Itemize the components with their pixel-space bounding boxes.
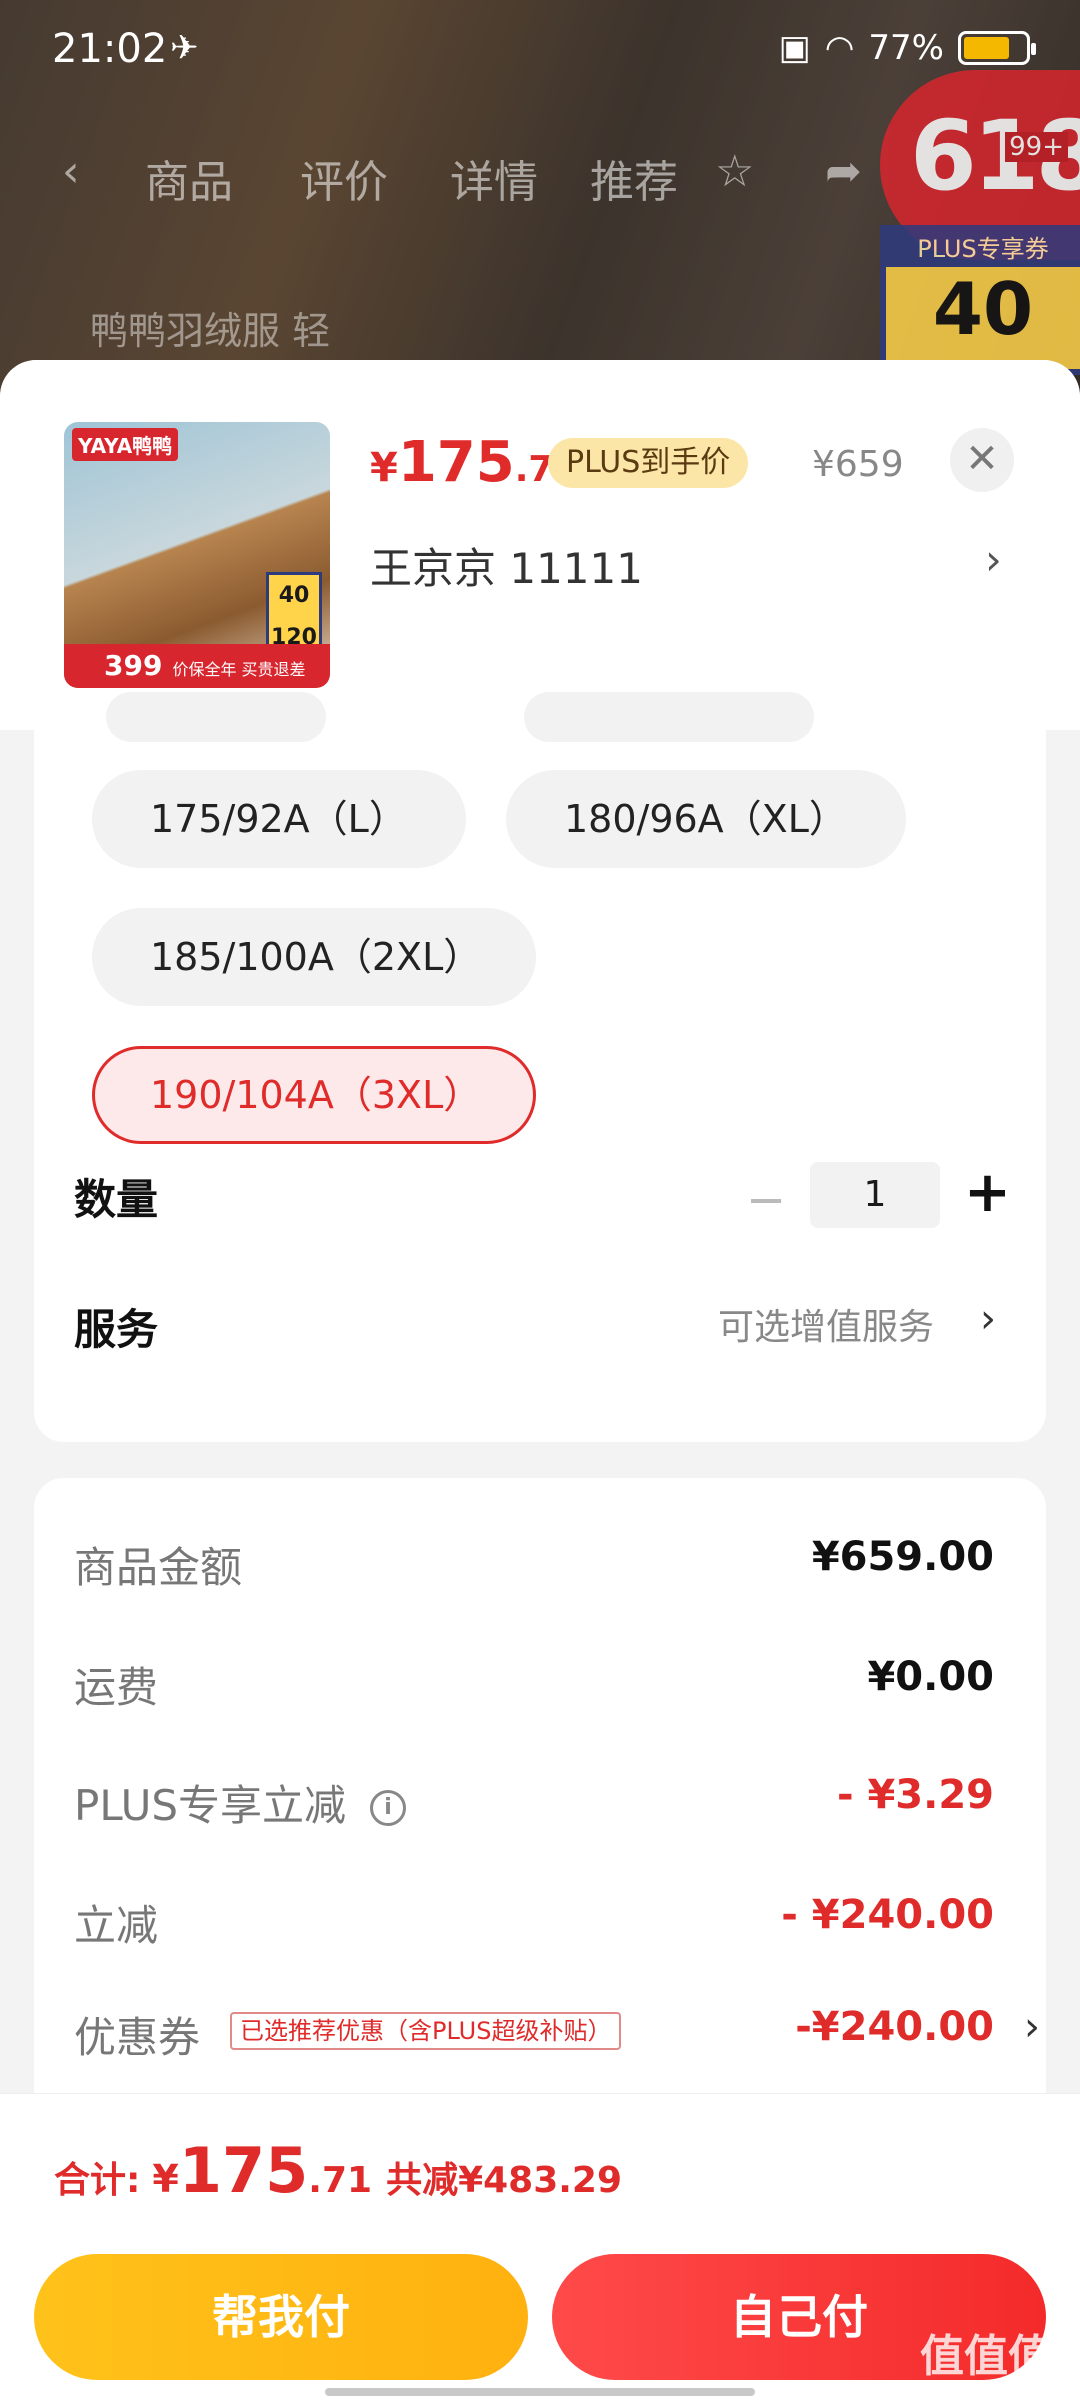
goods-amount-value: ¥659.00 [811,1534,994,1580]
share-icon: ➦ [825,146,862,197]
plus-coupon-value: 40 [932,267,1034,351]
product-thumbnail[interactable]: YAYA鸭鸭 40 120 399 价保全年 买贵退差 [64,422,330,688]
wifi-icon: ◠ [824,28,855,68]
home-indicator[interactable] [325,2388,755,2396]
coupon-label: 优惠券 [74,2013,201,2062]
status-time: 21:02 [52,26,168,72]
shipping-label: 运费 [74,1663,159,1712]
original-price: ¥659 [812,444,904,485]
chevron-right-icon[interactable]: › [980,1296,996,1342]
thumb-brand-logo: YAYA鸭鸭 [72,428,179,461]
battery-fill [964,37,1009,59]
info-icon[interactable]: i [370,1790,407,1826]
coupon-value: -¥240.00 [795,2004,994,2050]
goods-amount-label: 商品金额 [74,1543,243,1592]
total-currency: ¥ [152,2157,179,2201]
bg-nav-tab: 商品 [145,157,233,208]
background-search-text: 鸭鸭羽绒服 轻 [90,309,331,353]
bg-nav-tab: 详情 [450,157,538,208]
thumb-price: 399 [104,649,163,682]
total-label: 合计: [54,2160,141,2201]
plus-price-tag: PLUS到手价 [548,438,749,488]
summary-row-goods: 商品金额 ¥659.00 [74,1534,994,1594]
size-chip-partial[interactable] [106,692,326,742]
plus-discount-value: - ¥3.29 [836,1772,994,1818]
summary-row-instant-discount: 立减 - ¥240.00 [74,1892,994,1952]
sheet-header: YAYA鸭鸭 40 120 399 价保全年 买贵退差 ¥175.71 PLUS到手… [0,360,1080,730]
price-integer: 175 [397,430,515,495]
price-summary-card: 商品金额 ¥659.00 运费 ¥0.00 PLUS专享立减 i - ¥3.29 … [34,1478,1046,2138]
sim-icon: ▣ [778,28,811,68]
plus-discount-label-wrap: PLUS专享立减 i [74,1772,407,1833]
checkout-footer: 合计: ¥175.71 共减¥483.29 帮我付 自己付 [0,2093,1080,2400]
total-decimal: .71 [308,2160,373,2201]
thumb-price-bar: 399 价保全年 买贵退差 [64,644,330,688]
total-integer: 175 [178,2134,309,2207]
bg-nav-tab: 推荐 [590,157,678,208]
quantity-input[interactable]: 1 [810,1162,940,1228]
size-chip-partial[interactable] [524,692,814,742]
plus-coupon-floating: PLUS专享券 40 [880,225,1080,375]
instant-discount-value: - ¥240.00 [781,1892,994,1938]
chevron-right-icon[interactable]: › [1024,2004,1040,2050]
notification-icon: ✈ [170,28,199,68]
site-watermark: 值值值 zhizhizhi.com [920,2320,1052,2400]
star-icon: ☆ [715,146,755,197]
close-button[interactable]: ✕ [950,428,1014,492]
price-currency: ¥ [370,445,398,491]
battery-icon [958,31,1036,65]
size-chip-selected[interactable]: 190/104A（3XL） [92,1046,536,1144]
help-me-pay-button[interactable]: 帮我付 [34,2254,528,2380]
service-value[interactable]: 可选增值服务 [718,1298,934,1350]
spec-card: 175/92A（L） 180/96A（XL） 185/100A（2XL） 190… [34,692,1046,1442]
size-chip[interactable]: 185/100A（2XL） [92,908,536,1006]
thumb-tag-40: 40 [278,583,310,608]
quantity-decrement-button[interactable]: − [746,1172,786,1228]
chevron-right-icon[interactable]: › [985,535,1002,584]
summary-row-plus-discount: PLUS专享立减 i - ¥3.29 [74,1772,994,1832]
watermark-main: 值值值 [920,2331,1052,2382]
quantity-label: 数量 [74,1175,159,1224]
instant-discount-label: 立减 [74,1901,159,1950]
total-saved: 共减¥483.29 [386,2160,623,2201]
shipping-value: ¥0.00 [867,1654,994,1700]
back-icon: ‹ [62,146,80,197]
plus-discount-label: PLUS专享立减 [74,1781,347,1830]
status-bar: 21:02 ✈ ▣ ◠ 77% [0,0,1080,100]
order-total: 合计: ¥175.71 共减¥483.29 [54,2134,622,2207]
watermark-sub: zhizhizhi.com [920,2384,1042,2400]
summary-row-shipping: 运费 ¥0.00 [74,1654,994,1714]
size-chip[interactable]: 180/96A（XL） [506,770,906,868]
bg-nav-tab: 评价 [300,157,388,208]
summary-row-coupon[interactable]: 优惠券 已选推荐优惠（含PLUS超级补贴） -¥240.00 › [74,2004,1040,2064]
service-label: 服务 [74,1305,159,1354]
thumb-slogan: 价保全年 买贵退差 [172,660,306,679]
quantity-increment-button[interactable]: + [964,1160,1011,1225]
plus-coupon-title: PLUS专享券 [886,231,1080,267]
address-row[interactable]: 王京京 11111 [370,535,643,596]
size-chip[interactable]: 175/92A（L） [92,770,466,868]
battery-percent: 77% [868,28,944,68]
coupon-recommend-tag: 已选推荐优惠（含PLUS超级补贴） [230,2012,622,2050]
promo-count-badge: 99+ [1005,132,1068,162]
close-icon: ✕ [965,436,999,482]
